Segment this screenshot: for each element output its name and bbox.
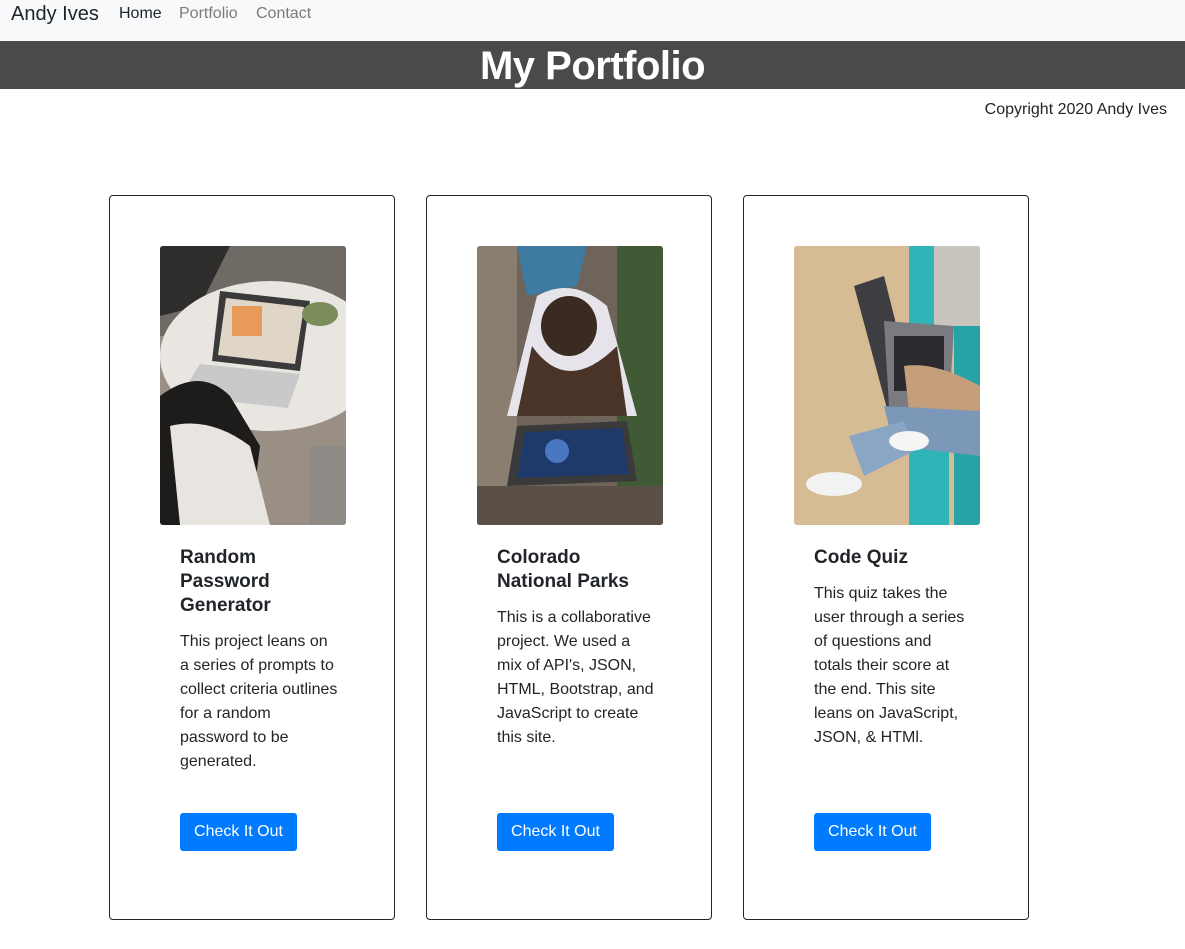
card-text: This quiz takes the user through a serie… <box>814 585 965 746</box>
card-text: This project leans on a series of prompt… <box>180 633 338 770</box>
project-card-3: Code Quiz This quiz takes the user throu… <box>743 195 1029 920</box>
page-banner: My Portfolio <box>0 41 1185 89</box>
copyright-text: Copyright 2020 Andy Ives <box>984 101 1167 118</box>
check-it-out-button[interactable]: Check It Out <box>814 813 931 851</box>
nav-link-portfolio[interactable]: Portfolio <box>179 4 238 24</box>
check-it-out-button[interactable]: Check It Out <box>497 813 614 851</box>
card-text: This is a collaborative project. We used… <box>497 609 654 746</box>
card-body: Code Quiz This quiz takes the user throu… <box>814 546 974 750</box>
navbar: Andy Ives Home Portfolio Contact <box>0 0 1185 41</box>
check-it-out-button[interactable]: Check It Out <box>180 813 297 851</box>
photo-woman-laptop-ground-icon <box>477 246 663 525</box>
card-title: Random Password Generator <box>180 547 271 616</box>
nav-link-home[interactable]: Home <box>119 4 162 24</box>
project-card-2: Colorado National Parks This is a collab… <box>426 195 712 920</box>
page-title: My Portfolio <box>479 44 706 88</box>
card-body: Colorado National Parks This is a collab… <box>497 546 657 750</box>
brand-link[interactable]: Andy Ives <box>11 2 99 26</box>
card-title: Colorado National Parks <box>497 547 629 592</box>
photo-laptop-bench-icon <box>794 246 980 525</box>
project-card-1: Random Password Generator This project l… <box>109 195 395 920</box>
nav-link-contact[interactable]: Contact <box>256 4 311 24</box>
card-body: Random Password Generator This project l… <box>180 546 340 774</box>
photo-laptop-table-icon <box>160 246 346 525</box>
card-title: Code Quiz <box>814 547 908 568</box>
